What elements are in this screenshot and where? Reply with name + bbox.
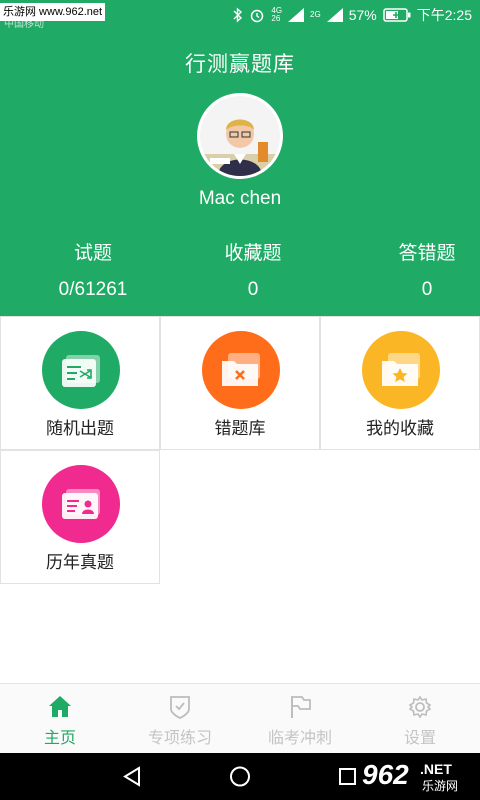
user-photo (200, 96, 280, 176)
id-card-icon (42, 465, 120, 543)
tile-label: 历年真题 (46, 553, 114, 572)
tile-past-exams[interactable]: 历年真题 (0, 450, 160, 584)
logo-suffix: .NET (420, 761, 452, 777)
tab-label: 临考冲刺 (267, 730, 332, 747)
stat-label: 收藏题 (224, 243, 282, 264)
tile-wrong-questions[interactable]: 错题库 (160, 316, 320, 450)
username: Mac chen (198, 188, 282, 209)
tab-exam-sprint[interactable]: 临考冲刺 (240, 684, 360, 754)
tile-label: 错题库 (214, 419, 266, 438)
home-button[interactable] (210, 753, 270, 800)
tab-label: 主页 (43, 730, 76, 747)
stats-row: 试题 0/61261 收藏题 0 答错题 0 (0, 238, 480, 308)
signal-icon-2 (326, 8, 343, 22)
battery-percent: 57% (348, 7, 377, 23)
stat-favorites[interactable]: 收藏题 0 (183, 238, 323, 301)
flag-icon (291, 696, 311, 718)
stat-label: 试题 (73, 243, 112, 264)
gear-icon (408, 695, 432, 719)
stat-questions[interactable]: 试题 0/61261 (23, 238, 163, 301)
signal-icon (288, 8, 305, 22)
tab-label: 设置 (403, 730, 436, 747)
tab-label: 专项练习 (147, 730, 212, 747)
status-icons: 4G 26 2G 57% 下午2:25 (233, 0, 472, 30)
stat-wrong[interactable]: 答错题 0 (357, 238, 480, 301)
shield-check-icon (170, 696, 190, 719)
network-type-2: 2G (310, 10, 321, 19)
page-title: 行测赢题库 (185, 53, 295, 76)
home-icon (49, 696, 71, 717)
network-type: 4G 26 (271, 6, 283, 23)
tab-home[interactable]: 主页 (0, 684, 120, 754)
stat-label: 答错题 (398, 243, 456, 264)
carrier-name: 中国移动 (4, 19, 44, 30)
logo-number: 962 (362, 759, 409, 790)
clock: 下午2:25 (416, 7, 472, 23)
stat-value: 0/61261 (58, 279, 128, 300)
logo-caption: 乐游网 (422, 779, 458, 793)
battery-icon (383, 8, 411, 22)
tile-random-questions[interactable]: 随机出题 (0, 316, 160, 450)
bottom-tab-bar: 主页 专项练习 临考冲刺 设置 (0, 683, 480, 753)
tile-label: 我的收藏 (366, 419, 434, 438)
tile-my-favorites[interactable]: 我的收藏 (320, 316, 480, 450)
tile-label: 随机出题 (46, 419, 114, 438)
home-circle-icon (230, 766, 250, 787)
stat-value: 0 (421, 279, 433, 300)
tab-special-practice[interactable]: 专项练习 (120, 684, 240, 754)
site-watermark-logo: 962 .NET 乐游网 (326, 756, 476, 796)
back-button[interactable] (102, 753, 162, 800)
profile-header: 行测赢题库 Mac chen 试题 0/61261 收藏题 0 答错题 0 (0, 30, 480, 316)
back-triangle-icon (123, 766, 140, 787)
shuffle-card-icon (42, 331, 120, 409)
wrong-folder-icon (202, 331, 280, 409)
stat-value: 0 (247, 279, 259, 300)
bluetooth-icon (233, 7, 243, 23)
tab-settings[interactable]: 设置 (360, 684, 480, 754)
status-bar: 乐游网 www.962.net 中国移动 4G 26 2G 57% 下午2:25 (0, 0, 480, 30)
avatar[interactable] (197, 93, 283, 179)
star-folder-icon (362, 331, 440, 409)
alarm-icon (251, 9, 264, 23)
